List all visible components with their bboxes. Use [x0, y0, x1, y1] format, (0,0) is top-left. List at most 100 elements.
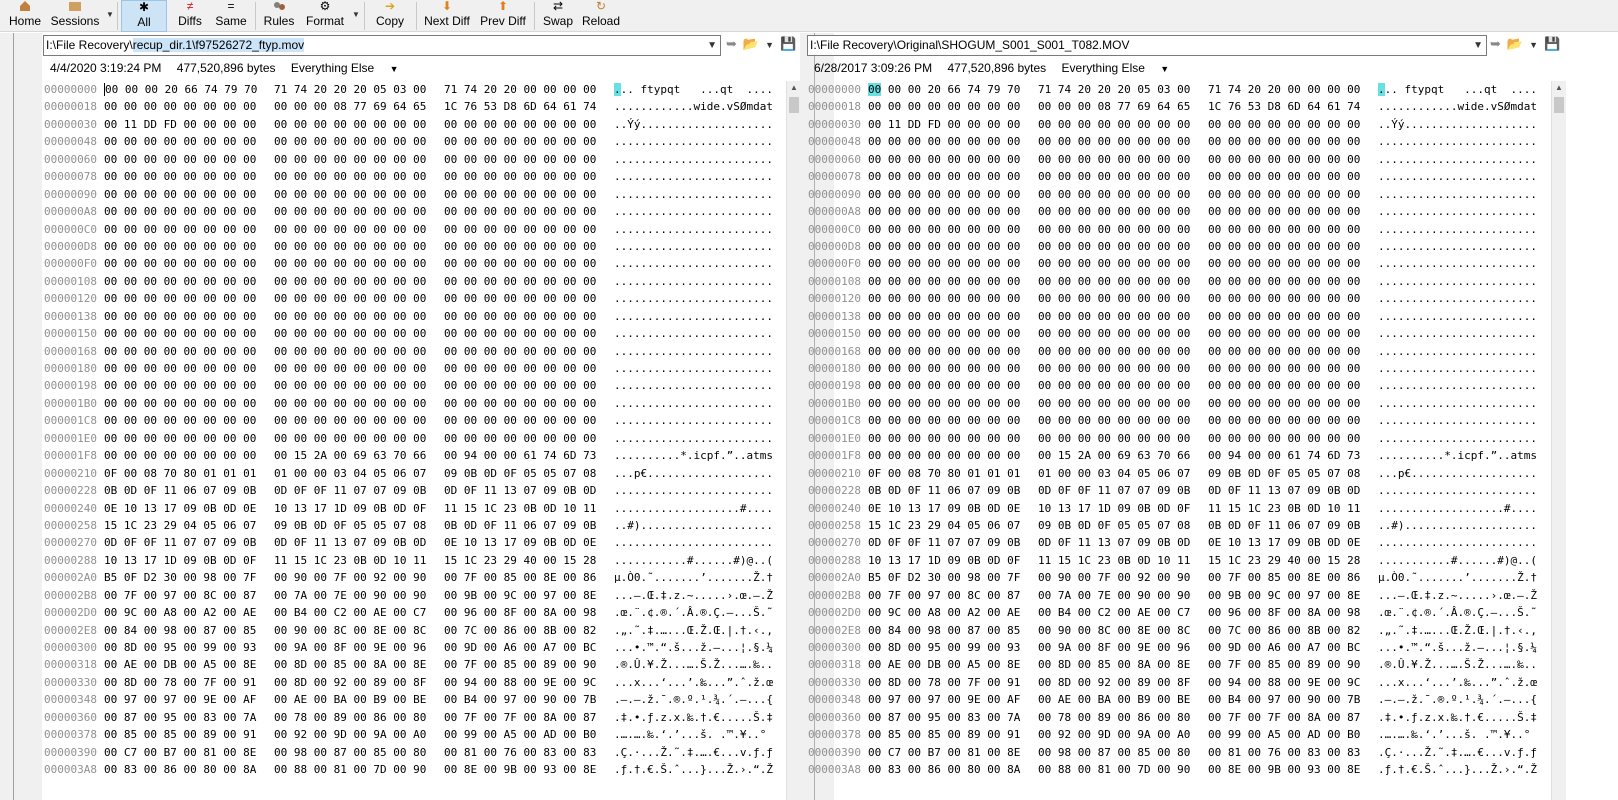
- hex-row[interactable]: 00000288 10 13 17 1D 09 0B 0D 0F 11 15 1C …: [44, 552, 800, 569]
- hex-bytes-group[interactable]: 00 00 00 00 00 00 00 00: [444, 430, 596, 447]
- hex-bytes-group[interactable]: 00 9B 00 9C 00 97 00 8E: [444, 587, 596, 604]
- hex-bytes-group[interactable]: 00 11 DD FD 00 00 00 00: [868, 116, 1020, 133]
- hex-bytes-group[interactable]: 0E 10 13 17 09 0B 0D 0E: [868, 500, 1020, 517]
- hex-bytes-group[interactable]: 10 13 17 1D 09 0B 0D 0F: [1038, 500, 1190, 517]
- hex-row[interactable]: 000001C8 00 00 00 00 00 00 00 00 00 00 00 …: [808, 412, 1538, 429]
- ascii-text[interactable]: ........................: [614, 255, 773, 272]
- ascii-text[interactable]: ........................: [1378, 360, 1537, 377]
- same-button[interactable]: = Same: [212, 0, 250, 32]
- hex-row[interactable]: 00000390 00 C7 00 B7 00 81 00 8E 00 98 00 …: [44, 744, 800, 761]
- left-go-icon[interactable]: ➥: [726, 36, 737, 51]
- ascii-text[interactable]: .—.—.ž.¯.®.º.¹.¾.´.—...{: [614, 691, 773, 708]
- hex-bytes-group[interactable]: 00 83 00 86 00 80 00 8A: [104, 761, 256, 778]
- hex-row[interactable]: 00000000 00 00 00 20 66 74 79 70 71 74 20 …: [808, 81, 1538, 98]
- hex-row[interactable]: 000002A0 B5 0F D2 30 00 98 00 7F 00 90 00 …: [808, 569, 1538, 586]
- prev-diff-button[interactable]: ⬆ Prev Diff: [478, 0, 528, 32]
- hex-bytes-group[interactable]: 00 00 00 00 00 00 00 00: [104, 412, 256, 429]
- hex-bytes-group[interactable]: 00 90 00 7F 00 92 00 90: [1038, 569, 1190, 586]
- left-scrollbar[interactable]: ▲: [786, 81, 801, 800]
- hex-row[interactable]: 00000108 00 00 00 00 00 00 00 00 00 00 00 …: [808, 273, 1538, 290]
- hex-bytes-group[interactable]: 00 00 00 00 00 00 00 00: [274, 430, 426, 447]
- ascii-text[interactable]: ........................: [1378, 430, 1537, 447]
- hex-bytes-group[interactable]: 00 8D 00 85 00 8A 00 8E: [1038, 656, 1190, 673]
- hex-bytes-group[interactable]: 00 00 00 00 00 00 00 00: [444, 377, 596, 394]
- hex-bytes-group[interactable]: 00 00 00 00 00 00 00 00: [1208, 325, 1360, 342]
- ascii-text[interactable]: .ƒ.†.€.Š.ˆ...}...Ž.›.“.Ž: [1378, 761, 1537, 778]
- hex-bytes-group[interactable]: 00 00 00 00 00 00 00 00: [1208, 412, 1360, 429]
- ascii-text[interactable]: ........................: [1378, 168, 1537, 185]
- hex-row[interactable]: 00000228 0B 0D 0F 11 06 07 09 0B 0D 0F 0F …: [808, 482, 1538, 499]
- hex-bytes-group[interactable]: 00 8D 00 92 00 89 00 8F: [1038, 674, 1190, 691]
- hex-row[interactable]: 00000318 00 AE 00 DB 00 A5 00 8E 00 8D 00 …: [44, 656, 800, 673]
- hex-bytes-group[interactable]: 00 00 00 00 00 00 00 00: [104, 430, 256, 447]
- ascii-text[interactable]: ........................: [1378, 186, 1537, 203]
- ascii-text[interactable]: ........................: [614, 412, 773, 429]
- hex-bytes-group[interactable]: 00 00 00 00 00 00 00 00: [444, 151, 596, 168]
- hex-bytes-group[interactable]: 00 00 00 00 00 00 00 00: [868, 203, 1020, 220]
- hex-bytes-group[interactable]: 00 00 00 00 00 00 00 00: [868, 98, 1020, 115]
- hex-row[interactable]: 00000090 00 00 00 00 00 00 00 00 00 00 00 …: [808, 186, 1538, 203]
- hex-bytes-group[interactable]: 00 00 00 00 00 00 00 00: [1208, 290, 1360, 307]
- hex-row[interactable]: 00000078 00 00 00 00 00 00 00 00 00 00 00 …: [44, 168, 800, 185]
- ascii-text[interactable]: .—.—.ž.¯.®.º.¹.¾.´.—...{: [1378, 691, 1537, 708]
- hex-row[interactable]: 000002D0 00 9C 00 A8 00 A2 00 AE 00 B4 00 …: [44, 604, 800, 621]
- ascii-text[interactable]: ..#)....................: [1378, 517, 1537, 534]
- hex-row[interactable]: 00000258 15 1C 23 29 04 05 06 07 09 0B 0D …: [44, 517, 800, 534]
- ascii-text[interactable]: .„.˜.‡.…...Œ.Ž.Œ.|.†.‹.‚: [614, 622, 773, 639]
- hex-row[interactable]: 00000198 00 00 00 00 00 00 00 00 00 00 00 …: [808, 377, 1538, 394]
- ascii-text[interactable]: ........................: [614, 325, 773, 342]
- hex-row[interactable]: 000000A8 00 00 00 00 00 00 00 00 00 00 00 …: [808, 203, 1538, 220]
- ascii-text[interactable]: ...–.Œ.‡.z.~.....›.œ.–.Ž: [614, 587, 773, 604]
- hex-bytes-group[interactable]: 00 B4 00 C2 00 AE 00 C7: [274, 604, 426, 621]
- hex-bytes-group[interactable]: 00 8D 00 85 00 8A 00 8E: [274, 656, 426, 673]
- hex-bytes-group[interactable]: 00 00 00 00 00 00 00 00: [274, 238, 426, 255]
- hex-bytes-group[interactable]: 00 00 00 00 00 00 00 00: [104, 360, 256, 377]
- right-path-input[interactable]: I:\File Recovery\Original\SHOGUM_S001_S0…: [807, 35, 1487, 56]
- ascii-text[interactable]: .®.Û.¥.Ž...….Š.Ž...….‰..: [1378, 656, 1537, 673]
- hex-bytes-group[interactable]: 00 88 00 81 00 7D 00 90: [1038, 761, 1190, 778]
- hex-bytes-group[interactable]: 00 00 00 00 00 00 00 00: [868, 360, 1020, 377]
- hex-bytes-group[interactable]: 00 98 00 87 00 85 00 80: [1038, 744, 1190, 761]
- hex-bytes-group[interactable]: 00 00 00 00 00 00 00 00: [104, 168, 256, 185]
- hex-bytes-group[interactable]: 00 00 00 00 00 00 00 00: [868, 343, 1020, 360]
- ascii-text[interactable]: .….….‰.‘.’...š. .™.¥.­.°: [614, 726, 766, 743]
- ascii-cursor-char[interactable]: .: [614, 83, 621, 96]
- hex-bytes-group[interactable]: 00 00 00 00 00 00 00 00: [104, 447, 256, 464]
- hex-bytes-group[interactable]: 0D 0F 11 13 07 09 0B 0D: [444, 482, 596, 499]
- hex-bytes-group[interactable]: 00 00 00 00 00 00 00 00: [1208, 133, 1360, 150]
- hex-row[interactable]: 00000210 0F 00 08 70 80 01 01 01 01 00 00 …: [44, 465, 800, 482]
- hex-bytes-group[interactable]: 00 00 00 00 00 00 00 00: [1038, 308, 1190, 325]
- hex-bytes-group[interactable]: 00 7A 00 7E 00 90 00 90: [1038, 587, 1190, 604]
- right-open-folder-icon[interactable]: 📂: [1507, 36, 1523, 51]
- ascii-text[interactable]: ........................: [614, 308, 773, 325]
- hex-bytes-group[interactable]: 00 00 00 00 00 00 00 00: [274, 325, 426, 342]
- hex-bytes-group[interactable]: 00 9A 00 8F 00 9E 00 96: [274, 639, 426, 656]
- reload-button[interactable]: ↻ Reload: [580, 0, 622, 32]
- hex-bytes-group[interactable]: 00 97 00 97 00 9E 00 AF: [868, 691, 1020, 708]
- hex-bytes-group[interactable]: 00 00 00 00 00 00 00 00: [1208, 308, 1360, 325]
- hex-bytes-group[interactable]: 00 00 00 08 77 69 64 65: [274, 98, 426, 115]
- hex-row[interactable]: 00000030 00 11 DD FD 00 00 00 00 00 00 00 …: [44, 116, 800, 133]
- hex-bytes-group[interactable]: 00 78 00 89 00 86 00 80: [274, 709, 426, 726]
- right-go-icon[interactable]: ➥: [1490, 36, 1501, 51]
- ascii-text[interactable]: ...........#......#)@..(: [614, 552, 773, 569]
- hex-bytes-group[interactable]: 00 00 00 00 00 00 00 00: [868, 325, 1020, 342]
- hex-bytes-group[interactable]: 0D 0F 0F 11 07 07 09 0B: [1038, 482, 1190, 499]
- hex-bytes-group[interactable]: 00 00 00 00 00 00 00 00: [1038, 186, 1190, 203]
- hex-bytes-group[interactable]: 00 8E 00 9B 00 93 00 8E: [444, 761, 596, 778]
- hex-bytes-group[interactable]: 00 9B 00 9C 00 97 00 8E: [1208, 587, 1360, 604]
- ascii-text[interactable]: ...•.™.“.š...ž.–...¦.§.¼: [1378, 639, 1537, 656]
- hex-bytes-group[interactable]: 00 00 00 00 00 00 00 00: [104, 221, 256, 238]
- hex-row[interactable]: 00000348 00 97 00 97 00 9E 00 AF 00 AE 00 …: [44, 691, 800, 708]
- hex-bytes-group[interactable]: 00 00 00 00 00 00 00 00: [868, 308, 1020, 325]
- hex-row[interactable]: 00000378 00 85 00 85 00 89 00 91 00 92 00 …: [44, 726, 800, 743]
- hex-bytes-group[interactable]: 00 00 00 00 00 00 00 00: [274, 168, 426, 185]
- hex-row[interactable]: 00000108 00 00 00 00 00 00 00 00 00 00 00 …: [44, 273, 800, 290]
- hex-row[interactable]: 000000A8 00 00 00 00 00 00 00 00 00 00 00 …: [44, 203, 800, 220]
- hex-bytes-group[interactable]: 0E 10 13 17 09 0B 0D 0E: [444, 534, 596, 551]
- hex-bytes-group[interactable]: 00 00 00 00 00 00 00 00: [1208, 360, 1360, 377]
- hex-bytes-group[interactable]: 00 00 00 00 00 00 00 00: [444, 325, 596, 342]
- hex-bytes-group[interactable]: 00 00 00 00 00 00 00 00: [1038, 325, 1190, 342]
- ascii-text[interactable]: ... ftypqt ...qt ....: [614, 81, 773, 98]
- hex-bytes-group[interactable]: 00 00 00 00 00 00 00 00: [868, 221, 1020, 238]
